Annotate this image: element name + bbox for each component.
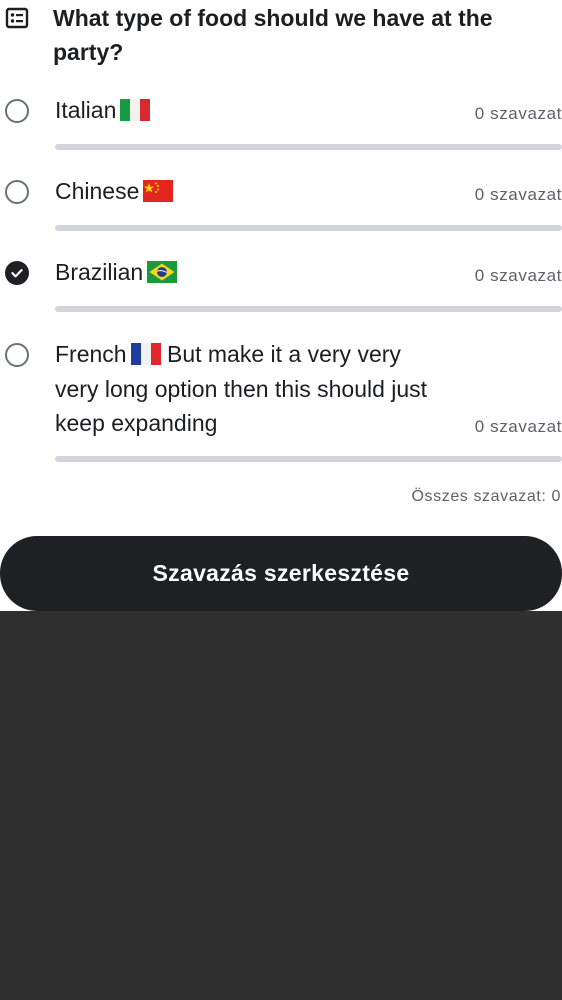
vote-count: 0 szavazat [474, 185, 562, 204]
option-text: Chinese [55, 178, 140, 204]
china-flag-icon [143, 180, 174, 202]
france-flag-icon [130, 343, 161, 365]
option-text: French [55, 341, 127, 367]
option-label: Brazilian [55, 255, 445, 290]
vote-progress-bar [55, 456, 562, 462]
vote-count: 0 szavazat [474, 417, 562, 436]
poll-card: What type of food should we have at the … [0, 0, 562, 611]
option-text: Brazilian [55, 259, 144, 285]
radio-button-checked[interactable] [5, 261, 29, 285]
vote-count: 0 szavazat [474, 104, 562, 123]
radio-button[interactable] [5, 99, 29, 123]
vote-progress-bar [55, 144, 562, 150]
poll-list-icon [5, 7, 29, 29]
vote-progress-bar [55, 306, 562, 312]
option-label: French But make it a very very very long… [55, 337, 445, 441]
checkmark-icon [11, 269, 23, 278]
radio-button[interactable] [5, 343, 29, 367]
radio-button[interactable] [5, 180, 29, 204]
background-below [0, 611, 562, 1000]
option-text: Italian [55, 97, 117, 123]
vote-count: 0 szavazat [474, 266, 562, 285]
option-label: Chinese [55, 174, 445, 209]
option-label: Italian [55, 93, 445, 128]
edit-poll-button[interactable]: Szavazás szerkesztése [0, 536, 562, 611]
brazil-flag-icon [147, 261, 178, 283]
total-votes: Összes szavazat: 0 [411, 488, 561, 505]
italy-flag-icon [120, 99, 151, 121]
poll-question: What type of food should we have at the … [53, 5, 493, 65]
vote-progress-bar [55, 225, 562, 231]
